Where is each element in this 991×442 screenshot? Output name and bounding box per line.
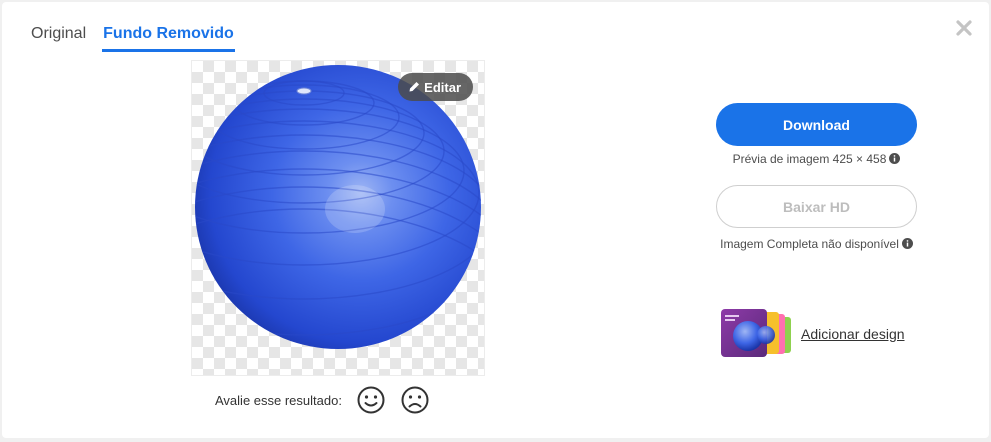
info-icon[interactable] xyxy=(889,153,901,164)
edit-label: Editar xyxy=(424,79,461,95)
rating-row: Avalie esse resultado: xyxy=(215,385,430,415)
preview-info: Prévia de imagem 425 × 458 xyxy=(716,152,917,166)
preview-label: Prévia de imagem 425 × 458 xyxy=(732,152,887,166)
result-panel: Original Fundo Removido Editar Avalie es… xyxy=(2,2,989,438)
tab-fundo-removido[interactable]: Fundo Removido xyxy=(102,24,235,52)
add-design-label[interactable]: Adicionar design xyxy=(801,326,905,342)
hd-note-label: Imagem Completa não disponível xyxy=(720,237,899,251)
edit-button[interactable]: Editar xyxy=(398,73,473,101)
smile-icon[interactable] xyxy=(356,385,386,415)
frown-icon[interactable] xyxy=(400,385,430,415)
download-button[interactable]: Download xyxy=(716,103,917,146)
hd-unavailable-note: Imagem Completa não disponível xyxy=(716,235,917,254)
info-icon[interactable] xyxy=(901,238,913,249)
result-image: Editar xyxy=(191,60,485,376)
view-tabs: Original Fundo Removido xyxy=(31,24,235,52)
exercise-ball-image xyxy=(195,65,481,349)
download-hd-button[interactable]: Baixar HD xyxy=(716,185,917,228)
add-design-button[interactable]: Adicionar design xyxy=(721,309,905,359)
pencil-icon xyxy=(409,82,420,92)
close-icon[interactable] xyxy=(955,19,973,37)
design-thumbnails xyxy=(721,309,793,359)
rating-label: Avalie esse resultado: xyxy=(215,392,342,408)
tab-original[interactable]: Original xyxy=(31,24,86,49)
